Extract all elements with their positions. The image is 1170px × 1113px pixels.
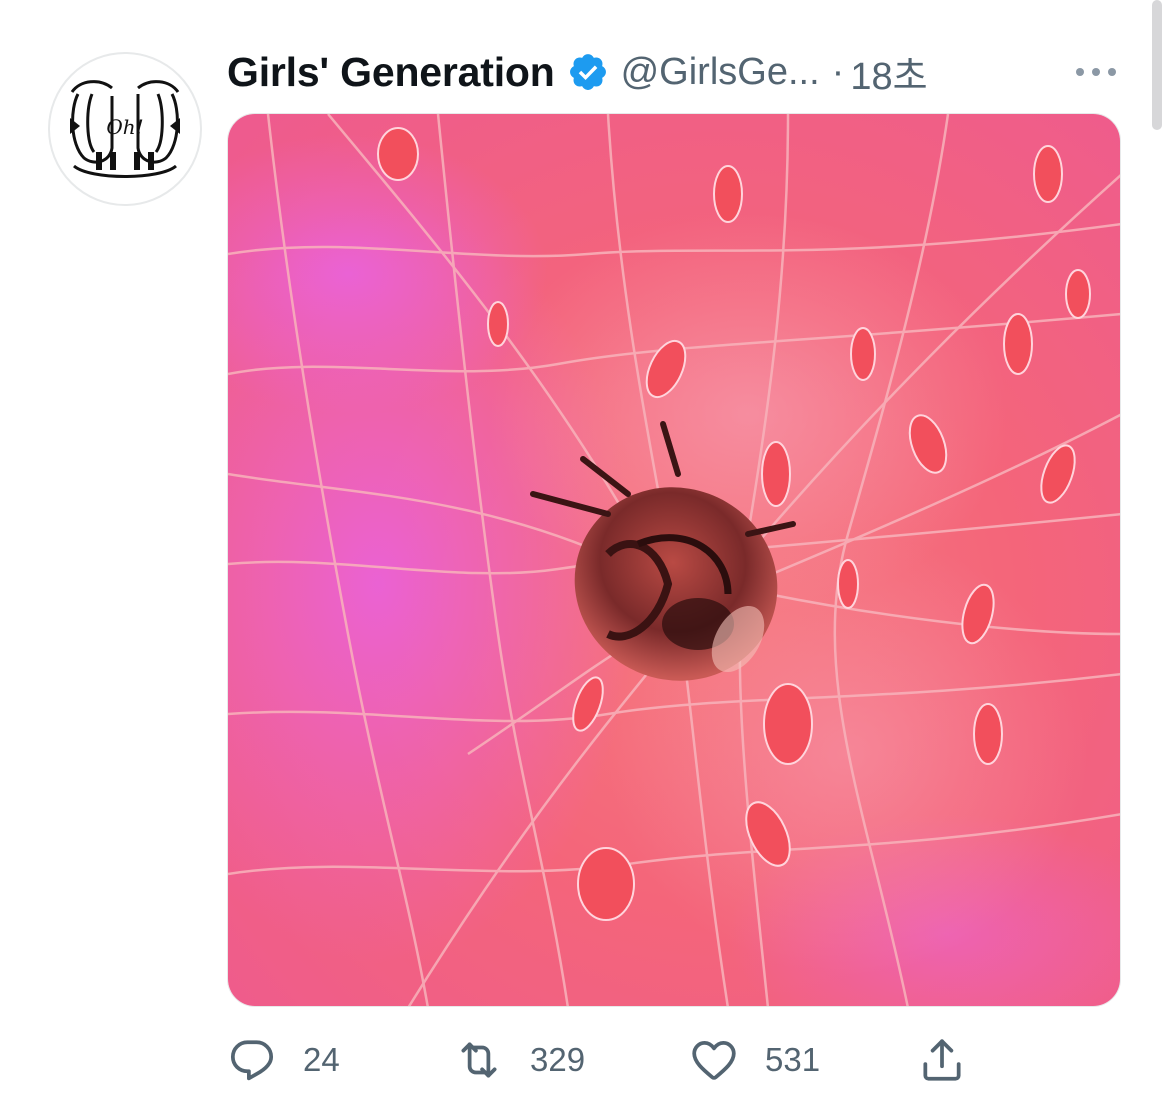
like-button[interactable]: 531 bbox=[689, 1030, 820, 1090]
retweet-button[interactable]: 329 bbox=[454, 1030, 585, 1090]
reply-count: 24 bbox=[303, 1041, 340, 1078]
share-icon bbox=[917, 1035, 967, 1085]
tweet-image[interactable] bbox=[227, 113, 1121, 1007]
retweet-icon bbox=[454, 1035, 504, 1085]
timestamp[interactable]: 18초 bbox=[850, 45, 927, 100]
tweet-actions: 24 329 531 bbox=[227, 1030, 1121, 1090]
reply-button[interactable]: 24 bbox=[227, 1030, 340, 1090]
more-icon[interactable] bbox=[1072, 58, 1120, 86]
scrollbar[interactable] bbox=[1152, 0, 1162, 130]
handle[interactable]: @GirlsGe... bbox=[621, 51, 820, 94]
heart-icon bbox=[689, 1035, 739, 1085]
separator: · bbox=[831, 50, 845, 93]
avatar[interactable]: Oh! bbox=[48, 52, 202, 206]
tweet: Oh! Girls' Generation @GirlsGe... · 18초 bbox=[0, 0, 1170, 1113]
tweet-header: Girls' Generation @GirlsGe... · 18초 bbox=[227, 44, 928, 100]
reply-icon bbox=[227, 1035, 277, 1085]
retweet-count: 329 bbox=[530, 1041, 586, 1078]
avatar-text: Oh! bbox=[106, 115, 143, 139]
verified-badge-icon bbox=[567, 51, 609, 93]
display-name[interactable]: Girls' Generation bbox=[227, 49, 555, 96]
like-count: 531 bbox=[765, 1041, 821, 1078]
share-button[interactable] bbox=[917, 1030, 967, 1090]
